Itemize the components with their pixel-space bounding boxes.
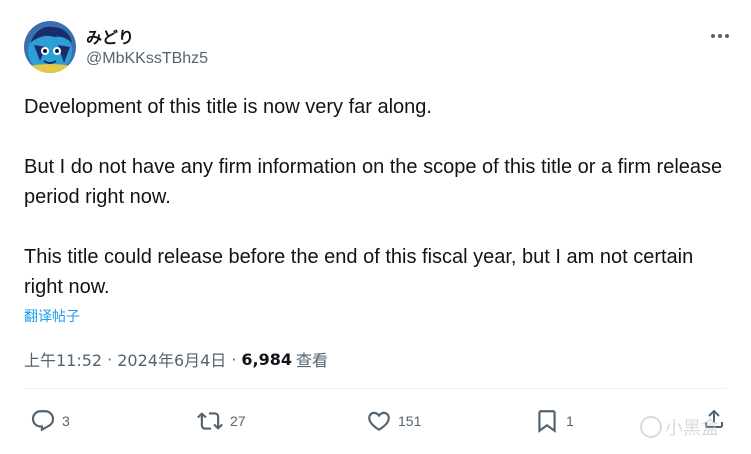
more-dot-icon [725, 34, 729, 38]
translate-post-link[interactable]: 翻译帖子 [24, 306, 80, 326]
tweet-paragraph: Development of this title is now very fa… [24, 96, 432, 118]
watermark: 小黑盒 [640, 414, 719, 440]
views-label: 查看 [296, 351, 329, 370]
bookmark-count: 1 [566, 413, 574, 429]
tweet-date[interactable]: 2024年6月4日 [117, 347, 226, 371]
more-dot-icon [718, 34, 722, 38]
reply-icon [31, 410, 55, 432]
heart-icon [368, 411, 390, 431]
retweet-count: 27 [230, 413, 246, 429]
tweet-card: みどり @MbKKssTBhz5 Development of this tit… [0, 0, 751, 454]
tweet-paragraph: But I do not have any firm information o… [24, 156, 723, 208]
tweet-time[interactable]: 上午11:52 [24, 347, 102, 371]
author-handle[interactable]: @MbKKssTBhz5 [86, 50, 208, 68]
meta-separator: · [107, 349, 113, 369]
watermark-logo-icon [640, 416, 662, 438]
like-count: 151 [398, 413, 422, 429]
retweet-button[interactable]: 27 [196, 408, 246, 434]
bookmark-button[interactable]: 1 [534, 408, 574, 434]
bookmark-icon [538, 410, 556, 433]
more-dot-icon [711, 34, 715, 38]
reply-count: 3 [62, 413, 70, 429]
anime-avatar-icon [24, 21, 76, 73]
watermark-text: 小黑盒 [665, 418, 719, 439]
avatar[interactable] [24, 21, 76, 73]
views-count: 6,984 [241, 349, 293, 369]
meta-separator: · [231, 349, 237, 369]
reply-button[interactable]: 3 [30, 408, 70, 434]
tweet-text: Development of this title is now very fa… [24, 92, 724, 302]
tweet-metadata: 上午11:52 · 2024年6月4日 · 6,984 查看 [24, 347, 328, 371]
divider [24, 388, 727, 389]
tweet-paragraph: This title could release before the end … [24, 246, 694, 298]
like-button[interactable]: 151 [366, 408, 421, 434]
retweet-icon [197, 412, 223, 430]
more-options-button[interactable] [706, 26, 734, 46]
author-display-name[interactable]: みどり [86, 24, 134, 48]
